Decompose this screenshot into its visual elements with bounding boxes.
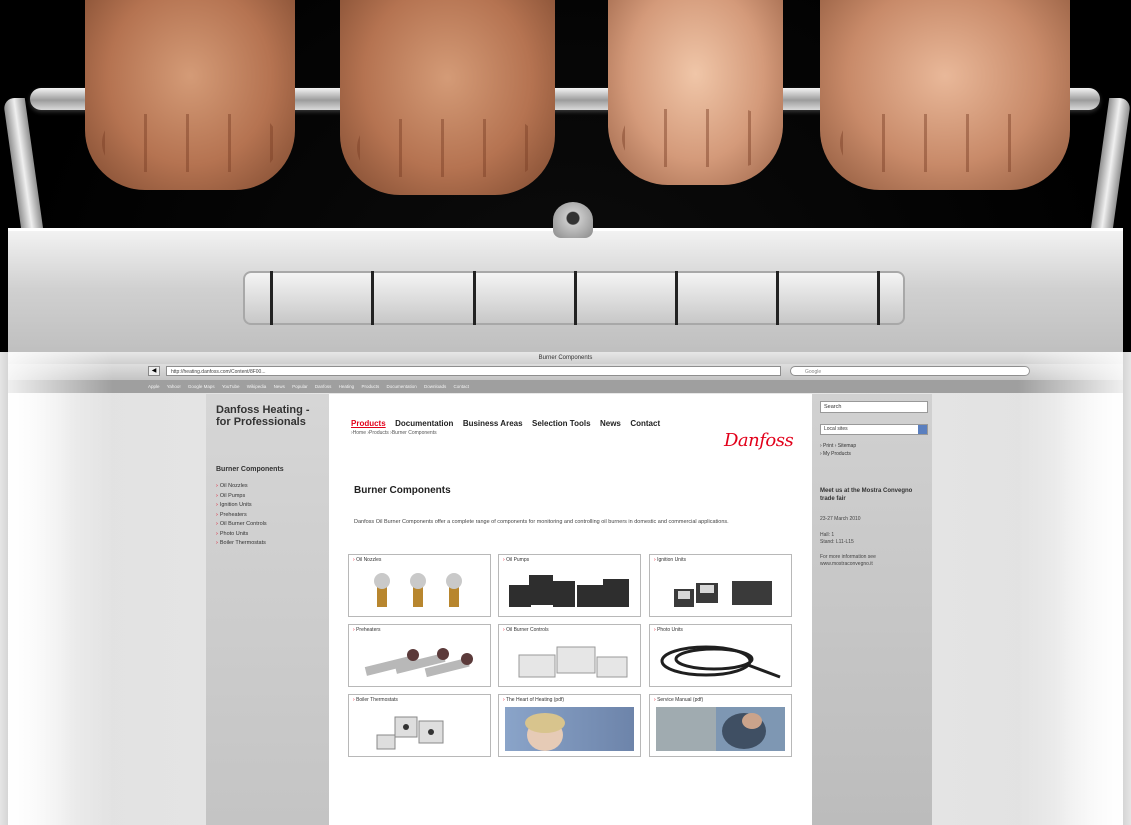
bookmark[interactable]: Yahoo! xyxy=(167,384,181,389)
local-sites-select[interactable]: Local sites xyxy=(820,424,928,435)
lock-strip xyxy=(243,271,905,325)
site-main: Products Documentation Business Areas Se… xyxy=(329,394,812,825)
tile-label: Oil Pumps xyxy=(503,557,529,563)
hand-2 xyxy=(340,0,555,195)
ignition-units-photo xyxy=(674,581,772,607)
select-arrow-icon[interactable] xyxy=(918,425,927,434)
tile-oil-burner-controls[interactable]: Oil Burner Controls xyxy=(498,624,641,687)
photo-units-photo xyxy=(660,645,781,679)
bookmark[interactable]: Products xyxy=(361,384,379,389)
tile-ignition-units[interactable]: Ignition Units xyxy=(649,554,792,617)
local-sites-label: Local sites xyxy=(824,426,848,432)
tile-label: Boiler Thermostats xyxy=(353,697,398,703)
nav-business-areas[interactable]: Business Areas xyxy=(463,419,523,428)
tile-label: The Heart of Heating (pdf) xyxy=(503,697,564,703)
thermostats-photo xyxy=(376,716,444,750)
site-sidebar: Danfoss Heating - for Professionals Burn… xyxy=(206,394,329,825)
browser-window: Burner Components ◀ http://heating.danfo… xyxy=(8,352,1123,825)
event-heading: Meet us at the Mostra Convegno trade fai… xyxy=(820,488,913,502)
tile-boiler-thermostats[interactable]: Boiler Thermostats xyxy=(348,694,491,757)
hand-4 xyxy=(820,0,1070,190)
briefcase-scene: Burner Components ◀ http://heating.danfo… xyxy=(0,0,1131,825)
sidebar-item[interactable]: Boiler Thermostats xyxy=(216,539,267,549)
event-hall: Hall: 1 Stand: L11-L15 xyxy=(820,532,854,545)
tile-label: Ignition Units xyxy=(654,557,686,563)
bookmark[interactable]: Downloads xyxy=(424,384,446,389)
bookmark[interactable]: Google Maps xyxy=(188,384,215,389)
back-button[interactable]: ◀ xyxy=(148,366,160,376)
burner-controls-photo xyxy=(518,646,628,678)
tile-label: Preheaters xyxy=(353,627,380,633)
sidebar-item[interactable]: Photo Units xyxy=(216,530,267,540)
lock-knob xyxy=(553,202,593,238)
bookmark[interactable]: Wikipedia xyxy=(247,384,267,389)
main-nav: Products Documentation Business Areas Se… xyxy=(351,413,665,431)
tile-label: Photo Units xyxy=(654,627,683,633)
bookmark[interactable]: Documentation xyxy=(386,384,416,389)
browser-search[interactable]: Google xyxy=(790,366,1030,376)
danfoss-logo[interactable]: Danfoss xyxy=(724,430,794,451)
bookmark[interactable]: News xyxy=(274,384,285,389)
page-title: Burner Components xyxy=(354,485,451,496)
utility-links[interactable]: › Print › Sitemap › My Products xyxy=(820,442,856,458)
event-more: For more information see www.mostraconve… xyxy=(820,554,876,567)
breadcrumb[interactable]: ›Home ›Products ›Burner Components xyxy=(351,430,437,436)
sidebar-item[interactable]: Oil Burner Controls xyxy=(216,520,267,530)
tile-photo-units[interactable]: Photo Units xyxy=(649,624,792,687)
event-date: 23-27 March 2010 xyxy=(820,516,861,522)
tile-label: Service Manual (pdf) xyxy=(654,697,703,703)
sidebar-item[interactable]: Oil Pumps xyxy=(216,492,267,502)
service-manual-photo xyxy=(656,707,785,751)
tile-oil-nozzles[interactable]: Oil Nozzles xyxy=(348,554,491,617)
hand-1 xyxy=(85,0,295,190)
nav-news[interactable]: News xyxy=(600,419,621,428)
sidebar-title: Burner Components xyxy=(216,466,284,473)
browser-toolbar: ◀ http://heating.danfoss.com/Content/8F0… xyxy=(8,364,1123,380)
tile-preheaters[interactable]: Preheaters xyxy=(348,624,491,687)
address-bar[interactable]: http://heating.danfoss.com/Content/8F00.… xyxy=(166,366,781,376)
sidebar-item[interactable]: Ignition Units xyxy=(216,501,267,511)
bookmark[interactable]: Danfoss xyxy=(315,384,332,389)
oil-nozzle-photo xyxy=(374,573,462,607)
bookmark[interactable]: YouTube xyxy=(222,384,240,389)
sidebar-item[interactable]: Preheaters xyxy=(216,511,267,521)
nav-contact[interactable]: Contact xyxy=(630,419,660,428)
bookmark[interactable]: Contact xyxy=(454,384,470,389)
heart-of-heating-photo xyxy=(505,707,634,751)
nav-selection-tools[interactable]: Selection Tools xyxy=(532,419,591,428)
tile-heart-of-heating[interactable]: The Heart of Heating (pdf) xyxy=(498,694,641,757)
preheaters-photo xyxy=(364,648,473,678)
tile-label: Oil Burner Controls xyxy=(503,627,549,633)
bookmark[interactable]: Popular xyxy=(292,384,308,389)
nav-documentation[interactable]: Documentation xyxy=(395,419,453,428)
tile-label: Oil Nozzles xyxy=(353,557,381,563)
hand-3 xyxy=(608,0,783,185)
bookmarks-bar: Apple Yahoo! Google Maps YouTube Wikiped… xyxy=(8,380,1123,393)
nav-products[interactable]: Products xyxy=(351,419,386,428)
intro-text: Danfoss Oil Burner Components offer a co… xyxy=(354,519,729,525)
site-right-column: Search Local sites › Print › Sitemap › M… xyxy=(812,394,932,825)
tile-oil-pumps[interactable]: Oil Pumps xyxy=(498,554,641,617)
sidebar-nav: Oil Nozzles Oil Pumps Ignition Units Pre… xyxy=(216,482,267,549)
bookmark[interactable]: Heating xyxy=(339,384,355,389)
site-search-input[interactable]: Search xyxy=(820,401,928,413)
sidebar-item[interactable]: Oil Nozzles xyxy=(216,482,267,492)
site-name[interactable]: Danfoss Heating - for Professionals xyxy=(216,404,326,428)
tile-service-manual[interactable]: Service Manual (pdf) xyxy=(649,694,792,757)
bookmark[interactable]: Apple xyxy=(148,384,160,389)
oil-pumps-photo xyxy=(509,575,629,607)
window-title: Burner Components xyxy=(8,352,1123,364)
